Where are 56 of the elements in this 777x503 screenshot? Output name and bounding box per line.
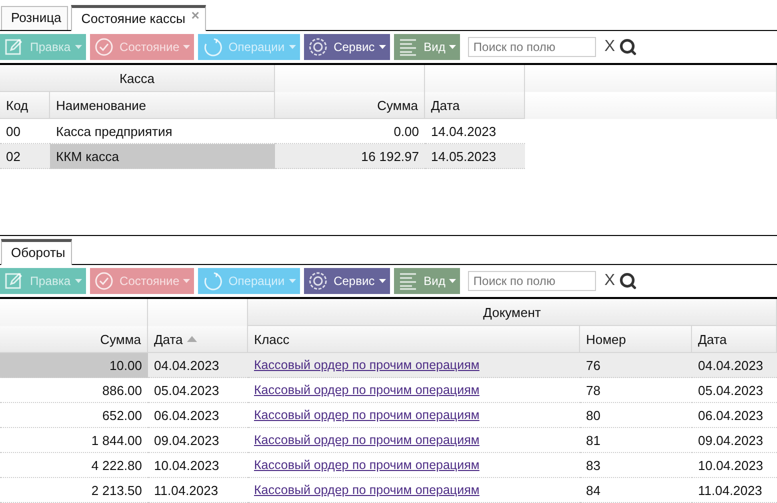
caret-icon [74,45,82,49]
column-header[interactable]: Номер [580,326,692,353]
column-header[interactable]: Сумма [0,326,148,353]
search-icon[interactable] [619,38,638,56]
document-link[interactable]: Кассовый ордер по прочим операциям [254,483,480,497]
caret-icon [449,45,456,49]
column-header[interactable]: Наименование [50,92,275,119]
column-header[interactable]: Класс [248,326,580,353]
column-group-header: Документ [248,299,777,326]
table-cell: 04.04.2023 [148,353,248,378]
table-cell: 14.05.2023 [425,144,525,169]
list-icon [398,271,418,291]
caret-icon [288,45,296,49]
caret-icon [288,279,296,283]
caret-icon [378,279,386,283]
table-cell: 10.00 [0,353,148,378]
menu-button[interactable]: Сервис [304,34,390,60]
table-cell: ККМ касса [50,144,275,169]
menu-button[interactable]: Сервис [304,268,390,294]
check-circle-icon [94,37,114,57]
column-header[interactable]: Код [0,92,50,119]
document-link[interactable]: Кассовый ордер по прочим операциям [254,408,480,422]
pencil-icon [4,271,24,291]
column-header[interactable]: Дата [692,326,777,353]
caret-icon [378,45,386,49]
table-cell: 04.04.2023 [692,353,777,378]
check-circle-icon [94,271,114,291]
column-header[interactable]: Дата [425,92,525,119]
list-icon [398,37,418,57]
search-field[interactable]: Поиск по полю [468,37,596,57]
column-group-header: Касса [0,65,275,92]
search-icon[interactable] [619,272,638,290]
refresh-icon [202,37,222,57]
caret-icon [449,279,456,283]
clear-button[interactable]: X [604,272,616,290]
tab[interactable]: Обороты [1,239,72,265]
clear-button[interactable]: X [604,38,616,56]
column-header[interactable]: Дата [148,326,248,353]
tab[interactable]: Розница [1,6,68,30]
table-cell: 02 [0,144,50,169]
caret-icon [183,45,190,49]
document-link[interactable]: Кассовый ордер по прочим операциям [254,358,480,372]
caret-icon [74,279,82,283]
gear-icon [308,37,328,57]
tab[interactable]: Состояние кассы × [71,5,206,31]
caret-icon [183,279,190,283]
table-cell: 16 192.97 [275,144,425,169]
gear-icon [308,271,328,291]
search-field[interactable]: Поиск по полю [468,271,596,291]
pencil-icon [4,37,24,57]
document-link[interactable]: Кассовый ордер по прочим операциям [254,458,480,472]
table-cell: 76 [580,353,692,378]
refresh-icon [202,271,222,291]
document-link[interactable]: Кассовый ордер по прочим операциям [254,433,480,447]
document-link[interactable]: Кассовый ордер по прочим операциям [254,383,480,397]
column-header[interactable]: Сумма [275,92,425,119]
